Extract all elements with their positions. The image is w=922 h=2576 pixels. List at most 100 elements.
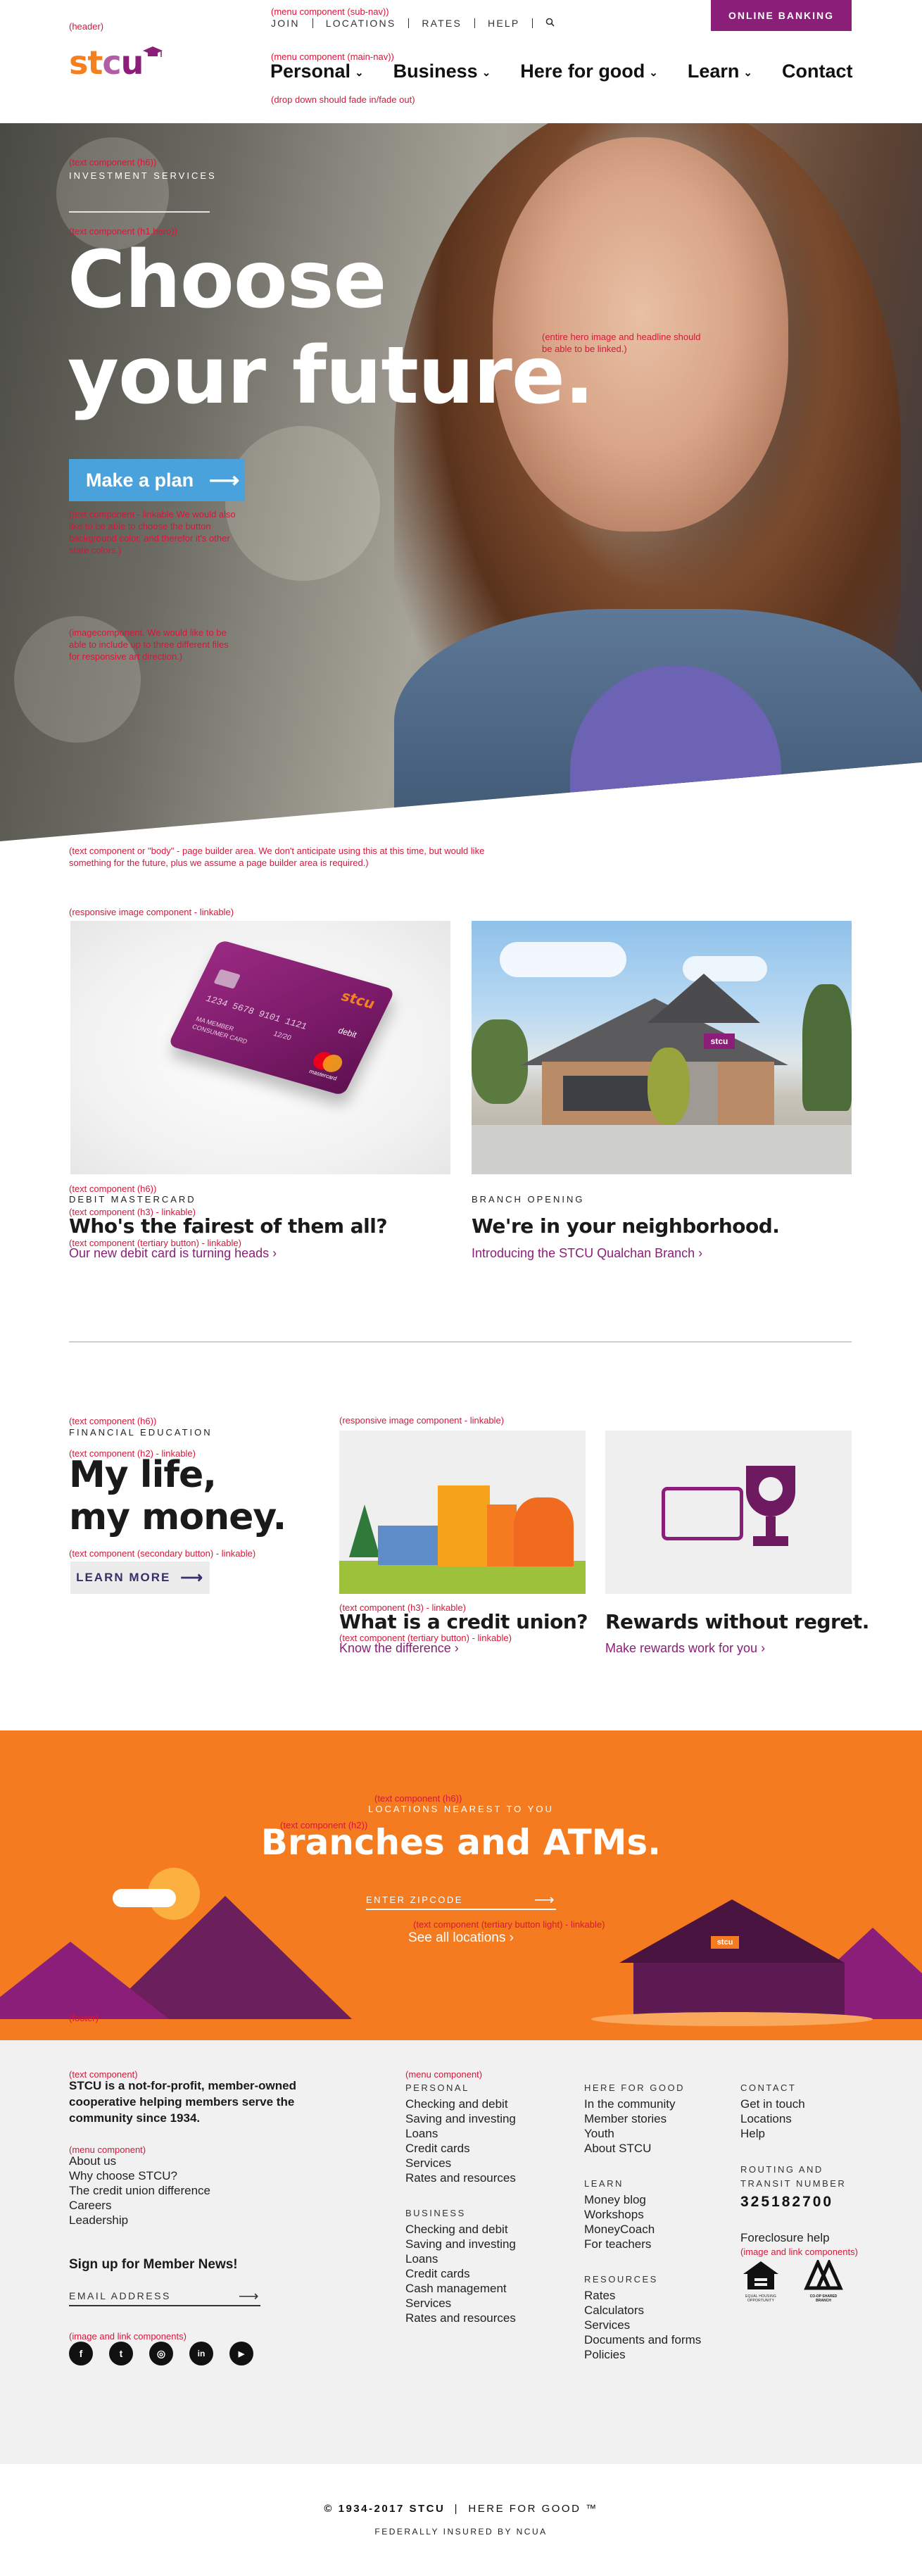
- credit-union-link[interactable]: Know the difference ›: [339, 1641, 459, 1656]
- hero-title-line-1: Choose: [68, 234, 386, 326]
- arrow-right-icon[interactable]: ⟶: [534, 1891, 556, 1909]
- footer-link[interactable]: Youth: [584, 2126, 675, 2141]
- branch-lot: [472, 1125, 852, 1174]
- footer-link[interactable]: Money blog: [584, 2192, 655, 2207]
- footer-link[interactable]: Workshops: [584, 2207, 655, 2222]
- nav-personal-label: Personal: [270, 61, 351, 82]
- nav-learn[interactable]: Learn ⌄: [688, 61, 752, 82]
- nav-contact[interactable]: Contact: [782, 61, 853, 82]
- branch-image[interactable]: stcu: [472, 921, 852, 1174]
- footer-link[interactable]: Why choose STCU?: [69, 2168, 210, 2183]
- branch-cloud: [500, 942, 626, 977]
- footer-link[interactable]: About STCU: [584, 2141, 675, 2156]
- co-op-icon[interactable]: CO-OP SHARED BRANCH: [802, 2258, 845, 2303]
- branch-tree: [472, 1019, 528, 1104]
- footer-good-heading: HERE FOR GOOD: [584, 2082, 686, 2093]
- branch-shrub: [648, 1048, 690, 1125]
- learn-more-button[interactable]: LEARN MORE ⟶: [70, 1562, 210, 1594]
- illus-building-orange2: [487, 1504, 517, 1566]
- equal-housing-icon[interactable]: EQUAL HOUSING OPPORTUNITY: [740, 2260, 781, 2303]
- footer-link[interactable]: MoneyCoach: [584, 2222, 655, 2237]
- subnav-help[interactable]: HELP: [475, 18, 533, 28]
- footer-link[interactable]: Help: [740, 2126, 805, 2141]
- footer-link[interactable]: Careers: [69, 2198, 210, 2213]
- youtube-icon[interactable]: ▶: [229, 2342, 253, 2365]
- locations-title: Branches and ATMs.: [260, 1822, 662, 1863]
- debit-card-image[interactable]: stcu 1234 5678 9101 1121 debit 12/20 MA …: [70, 921, 450, 1174]
- subnav-rates[interactable]: RATES: [409, 18, 476, 28]
- linkedin-icon[interactable]: in: [189, 2342, 213, 2365]
- rewards-title[interactable]: Rewards without regret.: [605, 1610, 869, 1633]
- note-responsive-image: (responsive image component - linkable): [69, 907, 234, 917]
- routing-number: 325182700: [740, 2194, 834, 2210]
- footer-link[interactable]: Services: [405, 2296, 516, 2311]
- footer-link[interactable]: Saving and investing: [405, 2237, 516, 2251]
- stcu-logo[interactable]: stcu: [69, 44, 163, 82]
- footer-link[interactable]: Saving and investing: [405, 2111, 516, 2126]
- footer-link[interactable]: In the community: [584, 2097, 675, 2111]
- co-op-label: CO-OP SHARED BRANCH: [809, 2294, 838, 2303]
- footer-link[interactable]: Get in touch: [740, 2097, 805, 2111]
- footer-link[interactable]: Checking and debit: [405, 2222, 516, 2237]
- note-loc-tertiary: (text component (tertiary button light) …: [413, 1919, 605, 1930]
- twitter-icon[interactable]: t: [109, 2342, 133, 2365]
- online-banking-button[interactable]: ONLINE BANKING: [711, 0, 852, 31]
- hero-title[interactable]: Choose your future.: [68, 232, 594, 424]
- zipcode-input[interactable]: ENTER ZIPCODE ⟶: [366, 1890, 556, 1910]
- footer-link[interactable]: Documents and forms: [584, 2332, 701, 2347]
- card2-link[interactable]: Introducing the STCU Qualchan Branch ›: [472, 1246, 702, 1261]
- nav-business[interactable]: Business ⌄: [393, 61, 491, 82]
- arrow-right-icon: ⟶: [180, 1569, 204, 1586]
- footer-link[interactable]: Member stories: [584, 2111, 675, 2126]
- subnav-join[interactable]: JOIN: [271, 18, 313, 28]
- search-icon[interactable]: [533, 18, 555, 29]
- arrow-right-icon[interactable]: ⟶: [239, 2287, 260, 2305]
- financial-title[interactable]: My life, my money.: [69, 1454, 286, 1538]
- footer-link[interactable]: About us: [69, 2154, 210, 2168]
- copyright-tagline: HERE FOR GOOD ™: [468, 2503, 598, 2515]
- footer-link[interactable]: Checking and debit: [405, 2097, 516, 2111]
- footer-link[interactable]: The credit union difference: [69, 2183, 210, 2198]
- foreclosure-link[interactable]: Foreclosure help: [740, 2230, 830, 2245]
- logo-letter-c: c: [102, 44, 121, 82]
- financial-title-line-2: my money.: [69, 1496, 286, 1538]
- rewards-illustration[interactable]: [605, 1431, 852, 1594]
- footer-link[interactable]: Loans: [405, 2251, 516, 2266]
- footer-link[interactable]: Rates: [584, 2288, 701, 2303]
- footer-business-menu: Checking and debit Saving and investing …: [405, 2222, 516, 2325]
- email-input[interactable]: EMAIL ADDRESS ⟶: [69, 2287, 260, 2306]
- footer-link[interactable]: Credit cards: [405, 2266, 516, 2281]
- footer-link[interactable]: Cash management: [405, 2281, 516, 2296]
- footer-link[interactable]: Rates and resources: [405, 2170, 516, 2185]
- make-a-plan-button[interactable]: Make a plan ⟶: [69, 459, 245, 501]
- card1-link[interactable]: Our new debit card is turning heads ›: [69, 1246, 277, 1261]
- footer-link[interactable]: Policies: [584, 2347, 701, 2362]
- footer-link[interactable]: Credit cards: [405, 2141, 516, 2156]
- credit-union-title[interactable]: What is a credit union?: [339, 1610, 588, 1633]
- see-all-locations-link[interactable]: See all locations ›: [0, 1930, 922, 1946]
- subnav-locations[interactable]: LOCATIONS: [313, 18, 410, 28]
- footer-link[interactable]: Loans: [405, 2126, 516, 2141]
- rewards-link[interactable]: Make rewards work for you ›: [605, 1641, 765, 1656]
- illus-building-blue: [378, 1526, 440, 1565]
- footer-link[interactable]: Locations: [740, 2111, 805, 2126]
- card-debit-label: debit: [336, 1025, 359, 1040]
- nav-personal[interactable]: Personal ⌄: [270, 61, 364, 82]
- chevron-down-icon: ⌄: [743, 66, 752, 79]
- card2-title[interactable]: We're in your neighborhood.: [472, 1214, 780, 1238]
- facebook-icon[interactable]: f: [69, 2342, 93, 2365]
- instagram-icon[interactable]: ◎: [149, 2342, 173, 2365]
- footer-link[interactable]: Services: [584, 2318, 701, 2332]
- credit-union-illustration[interactable]: [339, 1431, 586, 1594]
- footer-learn-menu: Money blog Workshops MoneyCoach For teac…: [584, 2192, 655, 2251]
- branch-tree: [802, 984, 852, 1111]
- footer-link[interactable]: Services: [405, 2156, 516, 2170]
- footer-link[interactable]: Calculators: [584, 2303, 701, 2318]
- footer-business-heading: BUSINESS: [405, 2208, 466, 2218]
- card1-title[interactable]: Who's the fairest of them all?: [69, 1214, 388, 1238]
- footer-link[interactable]: Rates and resources: [405, 2311, 516, 2325]
- nav-here-for-good[interactable]: Here for good ⌄: [520, 61, 658, 82]
- footer-link[interactable]: Leadership: [69, 2213, 210, 2228]
- note-card1-h6: (text component (h6)): [69, 1183, 157, 1194]
- footer-link[interactable]: For teachers: [584, 2237, 655, 2251]
